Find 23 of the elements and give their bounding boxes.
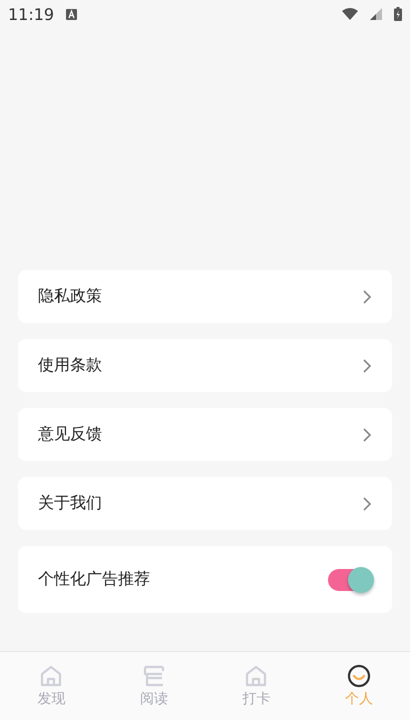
menu-label: 意见反馈 (38, 424, 102, 445)
home-icon (39, 664, 64, 688)
menu-item[interactable]: 意见反馈 (18, 408, 392, 461)
signal-icon (370, 8, 382, 20)
home-icon (244, 664, 268, 688)
notification-icon (66, 8, 78, 20)
menu-item[interactable]: 关于我们 (18, 477, 392, 530)
status-time: 11:19 (8, 4, 54, 24)
smile-icon (346, 664, 371, 688)
menu-label: 关于我们 (38, 493, 102, 514)
menu-item[interactable]: 使用条款 (18, 339, 392, 392)
chevron-icon (363, 428, 372, 442)
battery-icon (394, 7, 402, 21)
menu-label: 使用条款 (38, 355, 102, 376)
menu-item[interactable]: 隐私政策 (18, 270, 392, 323)
chevron-icon (363, 496, 372, 510)
menu-label: 隐私政策 (38, 286, 102, 307)
toggle-switch[interactable] (328, 568, 372, 590)
menu-label: 个性化广告推荐 (38, 569, 150, 590)
wifi-icon (342, 8, 358, 20)
chevron-icon (363, 358, 372, 372)
book-icon (142, 664, 166, 688)
chevron-icon (363, 290, 372, 304)
